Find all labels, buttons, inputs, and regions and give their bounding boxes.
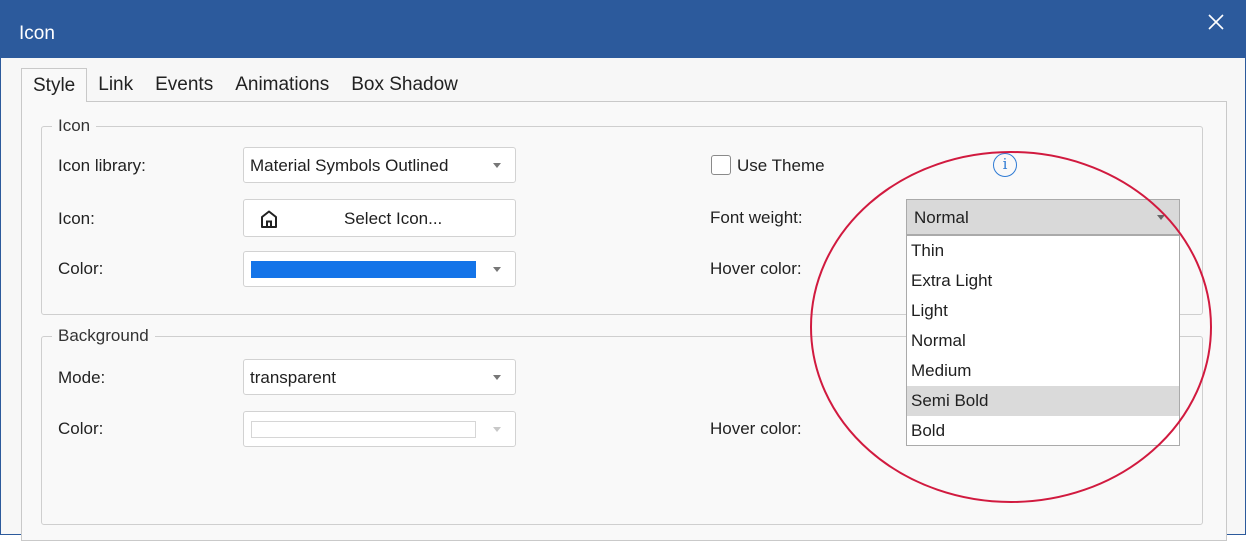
tab-animations[interactable]: Animations	[224, 68, 340, 102]
background-group-legend: Background	[52, 326, 155, 346]
close-icon	[1208, 14, 1224, 30]
select-icon-button[interactable]: Select Icon...	[243, 199, 516, 237]
window-title: Icon	[19, 23, 55, 44]
font-weight-dropdown-list: Thin Extra Light Light Normal Medium Sem…	[906, 235, 1180, 446]
chevron-down-icon	[493, 163, 501, 168]
home-icon	[261, 210, 277, 228]
font-weight-option-semi-bold[interactable]: Semi Bold	[907, 386, 1179, 416]
font-weight-option-normal[interactable]: Normal	[907, 326, 1179, 356]
close-button[interactable]	[1199, 7, 1233, 37]
select-icon-label: Select Icon...	[344, 209, 443, 228]
chevron-down-icon	[493, 375, 501, 380]
font-weight-option-thin[interactable]: Thin	[907, 236, 1179, 266]
chevron-down-icon	[493, 427, 501, 432]
icon-library-select[interactable]: Material Symbols Outlined	[243, 147, 516, 183]
font-weight-select[interactable]: Normal	[906, 199, 1180, 235]
use-theme-label: Use Theme	[737, 156, 825, 175]
icon-label: Icon:	[58, 209, 95, 228]
icon-group-legend: Icon	[52, 116, 97, 136]
mode-label: Mode:	[58, 368, 106, 387]
tab-link[interactable]: Link	[87, 68, 144, 102]
tab-strip: Style Link Events Animations Box Shadow	[21, 68, 469, 102]
icon-library-value: Material Symbols Outlined	[250, 156, 449, 175]
background-color-swatch	[251, 421, 476, 438]
icon-color-swatch	[251, 261, 476, 278]
icon-color-label: Color:	[58, 259, 104, 278]
font-weight-option-bold[interactable]: Bold	[907, 416, 1179, 446]
background-hover-color-label: Hover color:	[710, 419, 802, 438]
icon-library-label: Icon library:	[58, 156, 146, 175]
chevron-down-icon	[1157, 215, 1165, 220]
background-mode-select[interactable]: transparent	[243, 359, 516, 395]
background-color-label: Color:	[58, 419, 104, 438]
font-weight-label: Font weight:	[710, 208, 803, 227]
background-mode-value: transparent	[250, 368, 336, 387]
dialog-window: Icon Style Link Events Animations Box Sh…	[0, 0, 1246, 541]
font-weight-option-medium[interactable]: Medium	[907, 356, 1179, 386]
font-weight-option-light[interactable]: Light	[907, 296, 1179, 326]
font-weight-value: Normal	[914, 208, 969, 227]
icon-color-picker[interactable]	[243, 251, 516, 287]
title-bar: Icon	[1, 1, 1246, 58]
icon-hover-color-label: Hover color:	[710, 259, 802, 278]
use-theme-checkbox[interactable]	[711, 155, 731, 175]
tab-box-shadow[interactable]: Box Shadow	[340, 68, 469, 102]
tab-events[interactable]: Events	[144, 68, 224, 102]
font-weight-option-extra-light[interactable]: Extra Light	[907, 266, 1179, 296]
chevron-down-icon	[493, 267, 501, 272]
background-color-picker[interactable]	[243, 411, 516, 447]
info-icon[interactable]: i	[993, 153, 1017, 177]
tab-style[interactable]: Style	[21, 68, 88, 102]
